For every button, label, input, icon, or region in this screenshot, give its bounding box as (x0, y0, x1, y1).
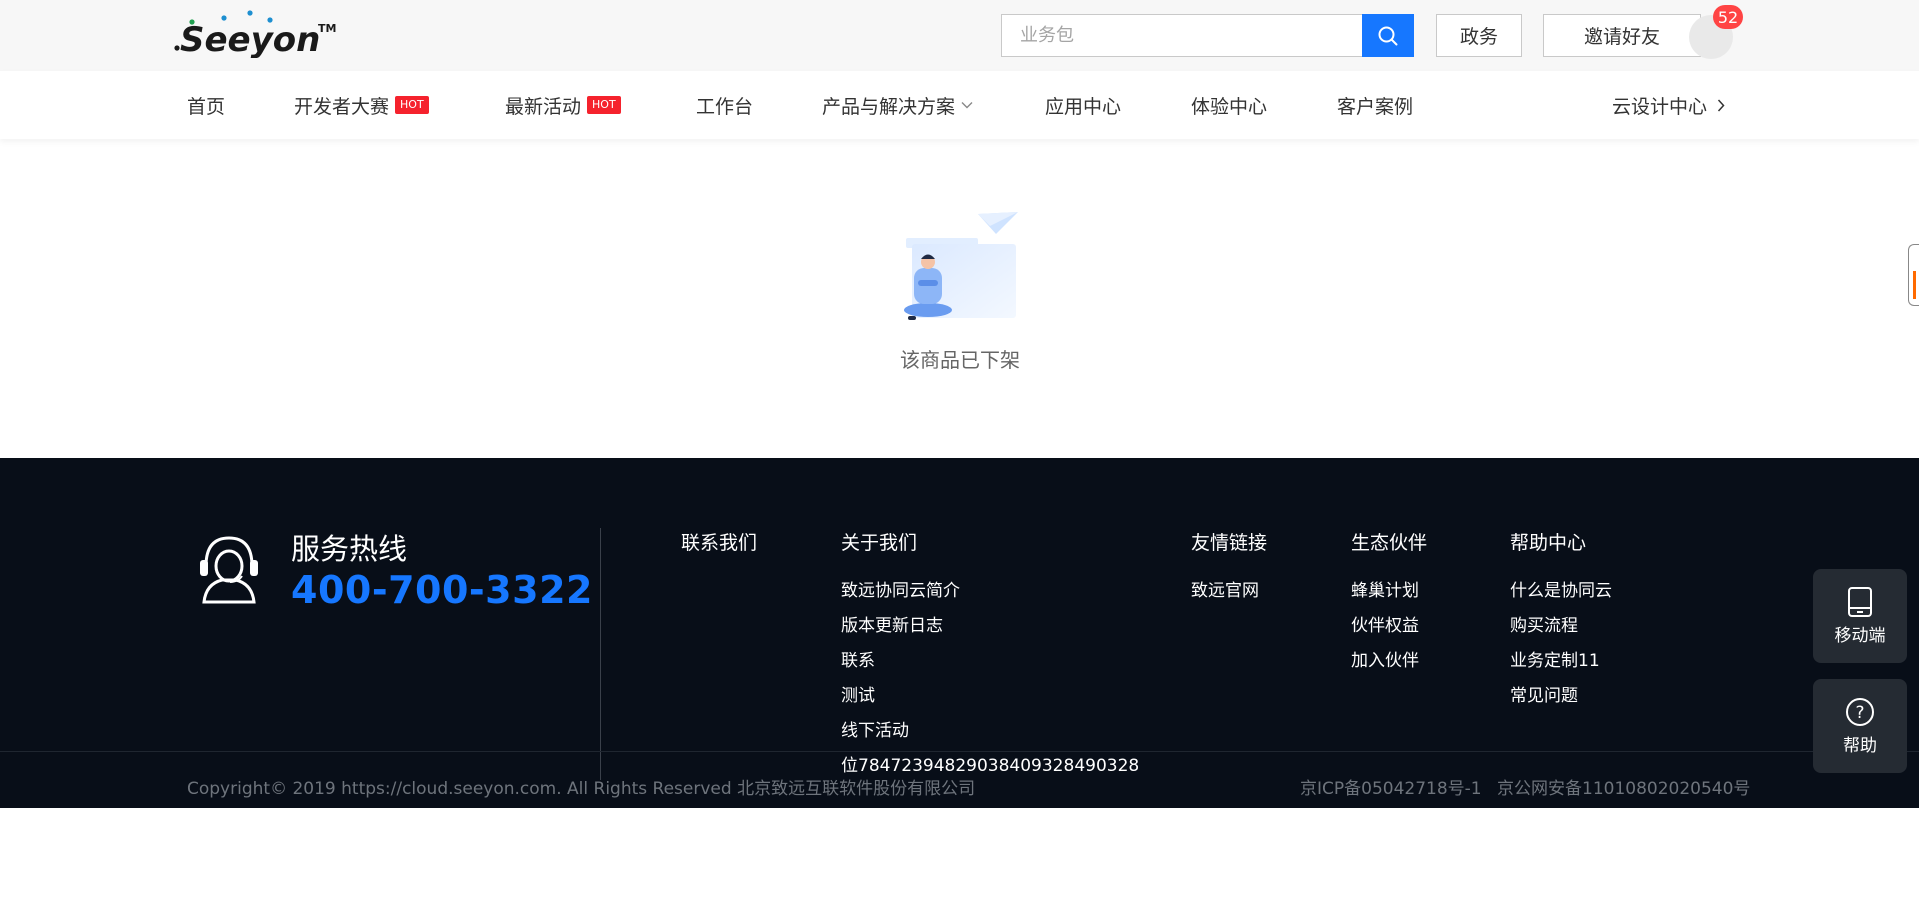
nav-item-label: 产品与解决方案 (822, 95, 956, 118)
footer-link[interactable]: 业务定制11 (1510, 644, 1612, 679)
gov-button[interactable]: 政务 (1436, 14, 1522, 57)
search-box (1001, 14, 1414, 57)
mobile-app-button[interactable]: 移动端 (1813, 569, 1907, 663)
invite-friends-button[interactable]: 邀请好友 (1543, 14, 1701, 57)
svg-text:TM: TM (318, 22, 336, 35)
footer-link[interactable]: 伙伴权益 (1351, 609, 1427, 644)
footer-column-friend-links: 友情链接 致远官网 (1191, 528, 1267, 609)
nav-item-latest-events[interactable]: 最新活动 HOT (505, 71, 621, 139)
hotline-title: 服务热线 (291, 532, 408, 566)
main-nav: 首页 开发者大赛 HOT 最新活动 HOT 工作台 产品与解决方案 应用中心 体… (0, 71, 1919, 139)
icp-link[interactable]: 京ICP备05042718号-1 (1300, 774, 1482, 799)
footer-link[interactable]: 版本更新日志 (841, 609, 1139, 644)
svg-text:Seeyon: Seeyon (180, 20, 320, 58)
help-label: 帮助 (1843, 735, 1877, 756)
footer-link[interactable]: 什么是协同云 (1510, 574, 1612, 609)
nav-item-label: 工作台 (696, 95, 754, 118)
hotline-phone: 400-700-3322 (291, 568, 593, 612)
footer-column-help-center: 帮助中心 什么是协同云 购买流程 业务定制11 常见问题 (1510, 528, 1612, 714)
nav-item-workbench[interactable]: 工作台 (696, 71, 753, 139)
help-button[interactable]: ? 帮助 (1813, 679, 1907, 773)
nav-item-home[interactable]: 首页 (187, 71, 225, 139)
notification-badge: 52 (1713, 5, 1743, 29)
svg-text:?: ? (1855, 703, 1864, 723)
footer-link[interactable]: 加入伙伴 (1351, 644, 1427, 679)
footer-link[interactable]: 致远协同云简介 (841, 574, 1139, 609)
footer-link[interactable]: 致远官网 (1191, 574, 1267, 609)
hot-badge: HOT (587, 96, 621, 114)
seeyon-logo[interactable]: Seeyon TM (170, 10, 340, 58)
footer-link[interactable]: 蜂巢计划 (1351, 574, 1427, 609)
chevron-down-icon (961, 102, 973, 109)
nav-item-dev-contest[interactable]: 开发者大赛 HOT (294, 71, 429, 139)
footer-column-title: 友情链接 (1191, 532, 1268, 554)
chevron-right-icon (1717, 98, 1725, 112)
footer-link[interactable]: 购买流程 (1510, 609, 1612, 644)
help-icon: ? (1846, 697, 1874, 726)
footer-divider (600, 528, 601, 780)
footer-column-title: 帮助中心 (1510, 532, 1587, 554)
scroll-indicator[interactable] (1908, 244, 1919, 306)
nav-item-cloud-design-center[interactable]: 云设计中心 (1612, 71, 1725, 139)
nav-item-experience-center[interactable]: 体验中心 (1191, 71, 1267, 139)
nav-item-label: 应用中心 (1045, 95, 1122, 118)
nav-item-label: 客户案例 (1337, 95, 1414, 118)
nav-item-customer-cases[interactable]: 客户案例 (1337, 71, 1413, 139)
customer-service-icon (200, 536, 258, 604)
footer-link[interactable]: 线下活动 (841, 714, 1139, 749)
copyright-text: Copyright© 2019 https://cloud.seeyon.com… (187, 779, 976, 799)
footer-column-partners: 生态伙伴 蜂巢计划 伙伴权益 加入伙伴 (1351, 528, 1427, 679)
footer-column-title: 生态伙伴 (1351, 532, 1428, 554)
search-input[interactable] (1002, 15, 1362, 56)
search-button[interactable] (1362, 14, 1414, 57)
nav-item-label: 首页 (187, 95, 226, 118)
mobile-app-label: 移动端 (1834, 625, 1886, 646)
footer-column-about: 关于我们 致远协同云简介 版本更新日志 联系 测试 线下活动 位78472394… (841, 528, 1139, 784)
footer-column-title[interactable]: 联系我们 (681, 528, 757, 555)
footer-link[interactable]: 常见问题 (1510, 679, 1612, 714)
nav-item-label: 云设计中心 (1612, 95, 1708, 118)
footer-column-contact: 联系我们 (681, 528, 757, 574)
nav-item-app-center[interactable]: 应用中心 (1045, 71, 1121, 139)
product-removed-illustration (904, 212, 1018, 320)
footer-link[interactable]: 联系 (841, 644, 1139, 679)
hot-badge: HOT (395, 96, 429, 114)
footer-column-title: 关于我们 (841, 532, 918, 554)
nav-item-products[interactable]: 产品与解决方案 (822, 71, 973, 139)
nav-item-label: 最新活动 (505, 95, 582, 118)
empty-state-text: 该商品已下架 (900, 348, 1020, 372)
footer-link[interactable]: 测试 (841, 679, 1139, 714)
mobile-icon (1848, 586, 1872, 617)
search-icon (1378, 26, 1398, 45)
top-bar: Seeyon TM 政务 邀请好友 52 (0, 0, 1919, 71)
nav-item-label: 开发者大赛 (294, 95, 390, 118)
nav-item-label: 体验中心 (1191, 95, 1268, 118)
police-record-link[interactable]: 京公网安备11010802020540号 (1497, 774, 1750, 799)
footer-bottom-divider (0, 751, 1919, 752)
footer: 服务热线 400-700-3322 联系我们 关于我们 致远协同云简介 版本更新… (0, 458, 1919, 808)
